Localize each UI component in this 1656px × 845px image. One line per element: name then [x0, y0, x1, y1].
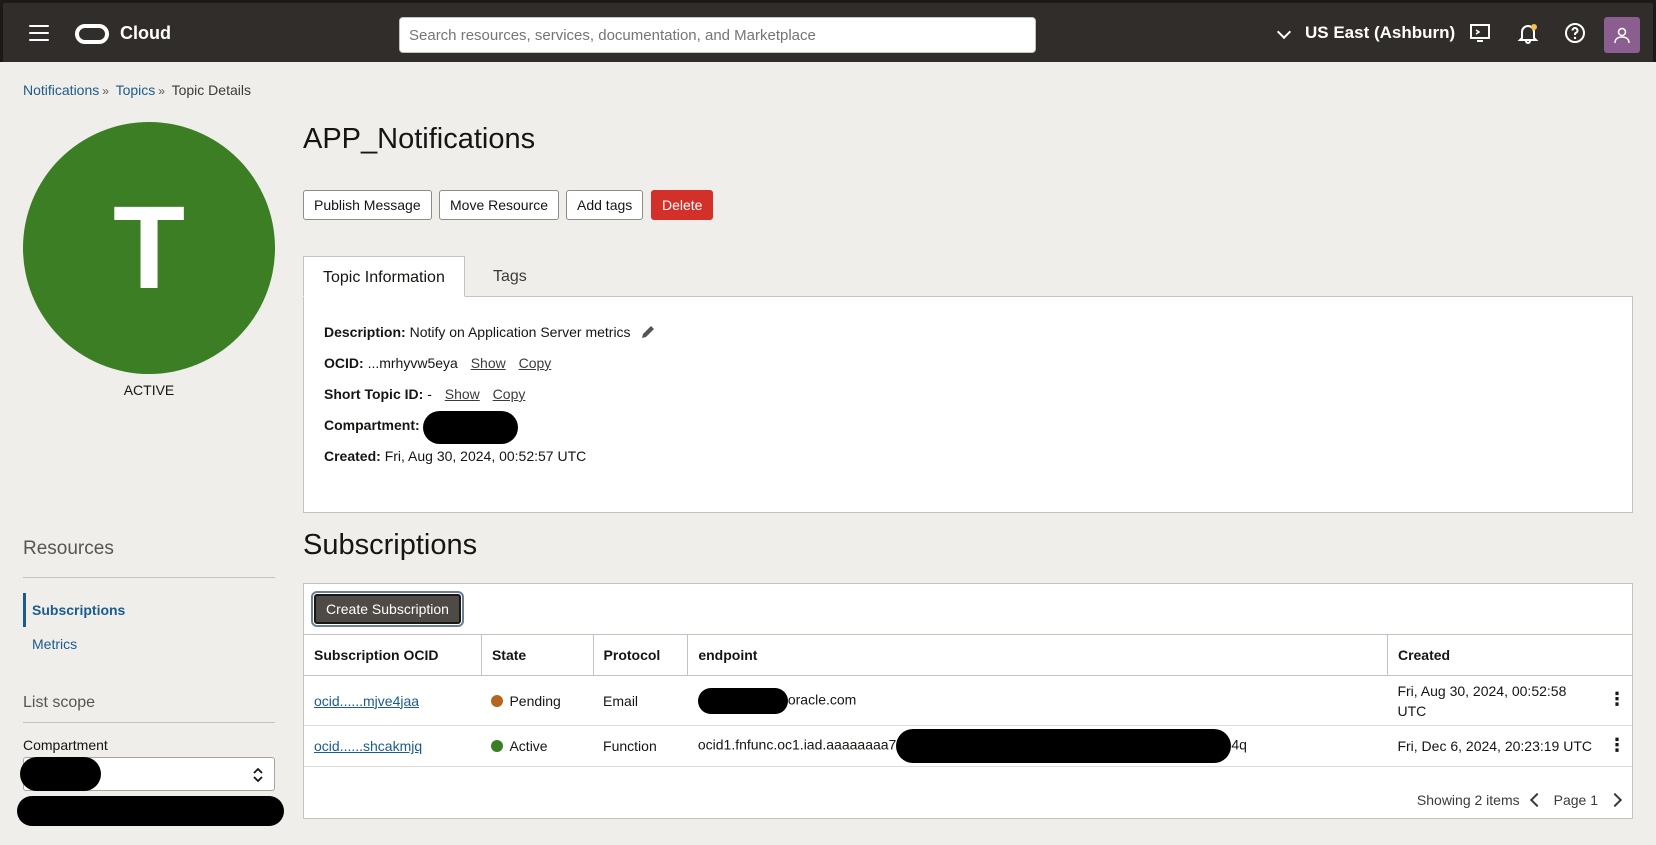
short-topic-id-value: -: [427, 386, 432, 402]
state-value: Active: [509, 738, 548, 754]
state-value: Pending: [509, 692, 561, 709]
divider: [23, 722, 275, 723]
redacted-compartment-value: [20, 757, 101, 791]
endpoint-value: ocid1.fnfunc.oc1.iad.aaaaaaaa7: [697, 736, 897, 753]
hamburger-menu-icon[interactable]: [29, 25, 49, 41]
compartment-label: Compartment: [23, 737, 108, 753]
user-avatar[interactable]: [1604, 17, 1640, 53]
compartment-row: Compartment:: [324, 417, 420, 433]
created-cell: Fri, Aug 30, 2024, 00:52:58 UTC ⋮: [1387, 675, 1632, 726]
chevron-updown-icon: [253, 767, 263, 783]
column-header-subscription-ocid[interactable]: Subscription OCID: [304, 634, 482, 676]
protocol-value: Email: [593, 675, 688, 726]
compartment-info-label: Compartment:: [324, 417, 420, 433]
subscriptions-heading: Subscriptions: [303, 529, 478, 561]
ocid-label: OCID:: [324, 355, 364, 371]
tab-topic-information[interactable]: Topic Information: [303, 256, 465, 297]
list-scope-heading: List scope: [23, 694, 96, 711]
resources-item-metrics[interactable]: Metrics: [23, 627, 275, 661]
description-label: Description:: [324, 324, 406, 340]
move-resource-button[interactable]: Move Resource: [439, 190, 560, 220]
table-row: ocid......mjve4jaa Pending Email oracle.…: [304, 675, 1632, 726]
user-profile-icon: [1614, 27, 1630, 44]
row-actions-kebab-icon[interactable]: ⋮: [1602, 735, 1632, 756]
next-page-icon[interactable]: [1607, 792, 1623, 808]
short-topic-id-copy-link[interactable]: Copy: [493, 386, 526, 402]
redacted-endpoint-part: [697, 687, 788, 714]
subscriptions-table-panel: Create Subscription Subscription OCID St…: [303, 583, 1633, 819]
state-cell: Pending: [481, 675, 594, 726]
page-title: APP_Notifications: [303, 123, 536, 155]
breadcrumb-separator: »: [102, 84, 109, 98]
publish-message-button[interactable]: Publish Message: [303, 190, 432, 220]
endpoint-cell: ocid1.fnfunc.oc1.iad.aaaaaaaa7 4q: [687, 725, 1388, 767]
resources-heading: Resources: [23, 538, 114, 559]
description-row: Description: Notify on Application Serve…: [324, 324, 656, 340]
protocol-value: Function: [593, 725, 688, 767]
status-dot-icon: [491, 740, 504, 752]
redacted-compartment-name: [423, 411, 518, 444]
delete-button[interactable]: Delete: [651, 190, 714, 220]
top-navigation-bar: Cloud US East (Ashburn): [0, 0, 1656, 62]
subscriptions-table: Subscription OCID State Protocol endpoin…: [304, 634, 1632, 767]
notification-bell-icon[interactable]: [1517, 22, 1539, 44]
ocid-value: ...mrhyvw5eya: [367, 355, 458, 371]
showing-items-text: Showing 2 items: [1416, 792, 1520, 808]
created-label: Created:: [324, 448, 381, 464]
topic-avatar: T: [23, 122, 275, 374]
topic-information-panel: Description: Notify on Application Serve…: [303, 296, 1633, 513]
help-icon[interactable]: [1564, 22, 1586, 44]
add-tags-button[interactable]: Add tags: [566, 190, 644, 220]
cloud-shell-icon[interactable]: [1469, 22, 1491, 44]
status-dot-icon: [491, 694, 504, 707]
endpoint-value: oracle.com: [787, 691, 857, 708]
created-value: Fri, Aug 30, 2024, 00:52:57 UTC: [384, 448, 587, 464]
subscription-ocid-link[interactable]: ocid......mjve4jaa: [314, 693, 419, 709]
endpoint-cell: oracle.com: [687, 675, 1388, 726]
subscription-ocid-link[interactable]: ocid......shcakmjq: [314, 738, 422, 754]
divider: [23, 577, 275, 578]
column-header-state[interactable]: State: [481, 634, 594, 676]
resources-item-subscriptions[interactable]: Subscriptions: [23, 593, 275, 627]
column-header-endpoint[interactable]: endpoint: [687, 634, 1388, 676]
created-value: Fri, Dec 6, 2024, 20:23:19 UTC: [1397, 738, 1592, 754]
search-input[interactable]: [399, 17, 1036, 53]
short-topic-id-show-link[interactable]: Show: [445, 386, 480, 402]
previous-page-icon[interactable]: [1529, 792, 1544, 808]
breadcrumb-separator: »: [158, 84, 165, 98]
created-row: Created: Fri, Aug 30, 2024, 00:52:57 UTC: [324, 448, 586, 464]
redacted-endpoint-part: [896, 729, 1232, 763]
column-header-protocol[interactable]: Protocol: [593, 634, 689, 676]
state-cell: Active: [481, 725, 594, 767]
oracle-logo-icon[interactable]: [75, 24, 109, 44]
created-cell: Fri, Dec 6, 2024, 20:23:19 UTC ⋮: [1387, 725, 1632, 767]
table-row: ocid......shcakmjq Active Function ocid1…: [304, 725, 1632, 767]
table-pagination: Showing 2 items Page 1: [1416, 792, 1623, 808]
created-value: Fri, Aug 30, 2024, 00:52:58 UTC: [1397, 682, 1567, 719]
brand-label[interactable]: Cloud: [120, 23, 171, 44]
ocid-copy-link[interactable]: Copy: [519, 355, 552, 371]
description-value: Notify on Application Server metrics: [409, 324, 631, 340]
region-selector[interactable]: US East (Ashburn): [1305, 23, 1455, 43]
edit-pencil-icon[interactable]: [640, 324, 656, 340]
breadcrumb-notifications[interactable]: Notifications: [23, 82, 99, 98]
topic-state-label: ACTIVE: [123, 382, 175, 398]
column-header-created[interactable]: Created: [1387, 634, 1632, 676]
redacted-text: [17, 796, 284, 826]
tab-tags[interactable]: Tags: [474, 256, 546, 297]
endpoint-value-suffix: 4q: [1231, 736, 1247, 753]
short-topic-id-label: Short Topic ID:: [324, 386, 424, 402]
ocid-show-link[interactable]: Show: [471, 355, 506, 371]
breadcrumb-current: Topic Details: [171, 82, 251, 98]
page-number: Page 1: [1553, 792, 1598, 808]
breadcrumb-topics[interactable]: Topics: [116, 82, 156, 98]
short-topic-id-row: Short Topic ID: - Show Copy: [324, 386, 525, 402]
ocid-row: OCID: ...mrhyvw5eya Show Copy: [324, 355, 551, 371]
chevron-down-icon[interactable]: [1276, 24, 1292, 40]
row-actions-kebab-icon[interactable]: ⋮: [1602, 689, 1632, 709]
breadcrumb: Notifications» Topics» Topic Details: [23, 82, 251, 98]
create-subscription-button[interactable]: Create Subscription: [311, 591, 464, 627]
